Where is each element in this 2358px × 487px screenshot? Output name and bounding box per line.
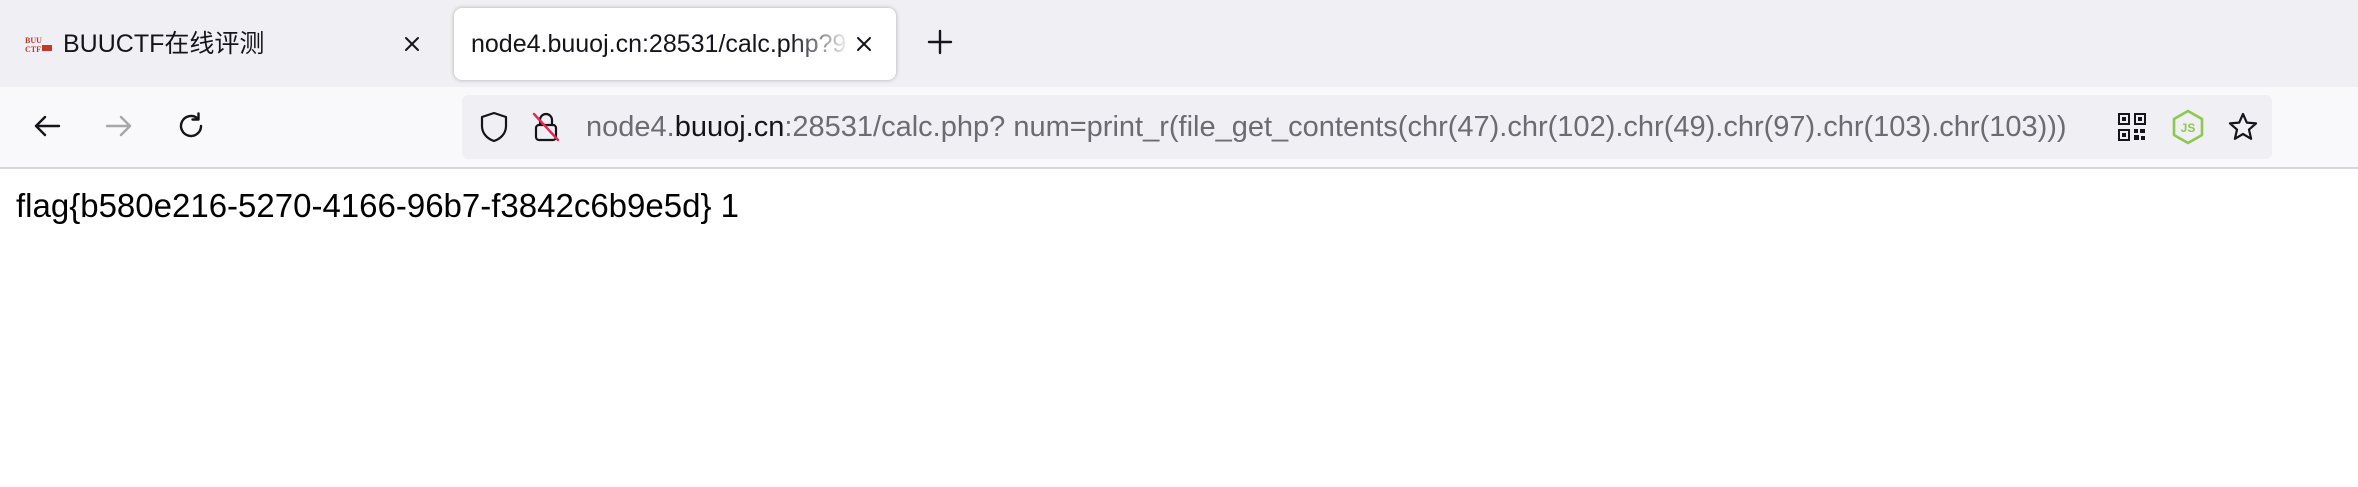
tab-strip: BUU CTF BUUCTF在线评测 node4.buuoj.cn:28531/… [0,0,2358,87]
page-content: flag{b580e216-5270-4166-96b7-f3842c6b9e5… [0,169,2358,487]
back-button[interactable] [24,105,70,151]
url-domain: buuoj.cn [674,111,785,143]
new-tab-button[interactable] [920,24,960,64]
insecure-lock-icon[interactable] [528,109,564,145]
arrow-left-icon [32,111,62,146]
star-icon[interactable] [2224,108,2262,146]
url-prefix: node4. [586,111,675,143]
tab-title: node4.buuoj.cn:28531/calc.php?9 [471,30,847,58]
svg-text:JS: JS [2181,121,2196,135]
plus-icon [927,29,953,60]
forward-button[interactable] [96,105,142,151]
qr-code-icon[interactable] [2114,109,2150,145]
page-output-text: flag{b580e216-5270-4166-96b7-f3842c6b9e5… [16,187,739,224]
reload-icon [176,111,206,146]
close-icon[interactable] [850,30,878,58]
nodejs-extension-icon[interactable]: JS [2168,107,2208,147]
navigation-toolbar: node4.buuoj.cn:28531/calc.php? num=print… [0,87,2358,169]
reload-button[interactable] [168,105,214,151]
tab-calc[interactable]: node4.buuoj.cn:28531/calc.php?9 [454,8,896,80]
svg-text:CTF: CTF [25,45,41,53]
url-text[interactable]: node4.buuoj.cn:28531/calc.php? num=print… [586,95,2067,159]
tab-title: BUUCTF在线评测 [63,30,265,58]
buuctf-favicon-icon: BUU CTF [25,35,53,54]
svg-text:BUU: BUU [25,36,42,45]
tab-buuctf[interactable]: BUU CTF BUUCTF在线评测 [8,8,442,80]
close-icon[interactable] [398,30,426,58]
shield-icon[interactable] [476,109,512,145]
url-path: :28531/calc.php? num=print_r(file_get_co… [784,111,2067,143]
arrow-right-icon [104,111,134,146]
url-bar[interactable]: node4.buuoj.cn:28531/calc.php? num=print… [462,95,2272,159]
